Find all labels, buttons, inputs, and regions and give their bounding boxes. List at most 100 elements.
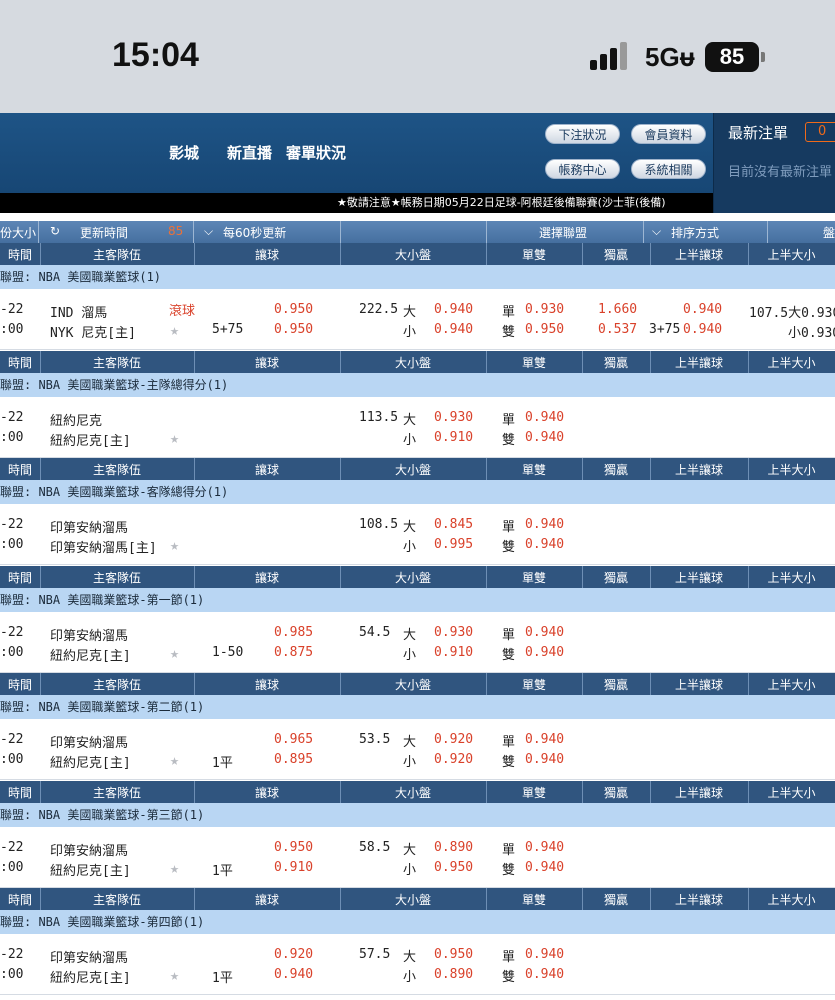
handicap-odds-home[interactable]: 0.895: [274, 752, 313, 767]
choose-league-button[interactable]: 選擇聯盟: [539, 224, 587, 241]
handicap-odds-home[interactable]: 0.875: [274, 645, 313, 660]
column-divider: [582, 351, 583, 373]
member-info-button[interactable]: 會員資料: [631, 124, 706, 144]
match-row[interactable]: -22:00 IND 溜馬 NYK 尼克[主] 滾球 5+75 0.950 0.950 222…: [0, 289, 835, 350]
under-odds[interactable]: 0.920: [434, 752, 473, 767]
even-odds[interactable]: 0.940: [525, 645, 564, 660]
row-divider: [0, 349, 835, 350]
chevron-down-icon[interactable]: ⌵: [652, 224, 661, 239]
even-odds[interactable]: 0.940: [525, 860, 564, 875]
column-divider: [40, 888, 41, 910]
under-odds[interactable]: 0.910: [434, 430, 473, 445]
handicap-odds-away[interactable]: 0.950: [274, 840, 313, 855]
handicap-odds-home[interactable]: 0.910: [274, 860, 313, 875]
handicap-line: 1平: [212, 756, 233, 771]
first-half-handicap-odds-home[interactable]: 0.940: [683, 322, 722, 337]
even-odds[interactable]: 0.940: [525, 967, 564, 982]
refresh-icon[interactable]: ↻: [50, 224, 60, 238]
auto-refresh-select[interactable]: 每60秒更新: [223, 224, 286, 241]
under-odds[interactable]: 0.910: [434, 645, 473, 660]
handicap-odds-home[interactable]: 0.950: [274, 322, 313, 337]
over-odds[interactable]: 0.940: [434, 302, 473, 317]
moneyline-away[interactable]: 1.660: [598, 302, 637, 317]
nav-cinema[interactable]: 影城: [169, 142, 199, 163]
column-header-cell: 獨贏: [603, 678, 628, 692]
column-divider: [340, 673, 341, 695]
match-row[interactable]: -22:00 紐約尼克 紐約尼克[主] 113.5 大 0.930 小 0.910 單 0.940…: [0, 397, 835, 458]
even-label: 雙: [502, 648, 516, 663]
match-row[interactable]: -22:00 印第安納溜馬 紐約尼克[主] 1平 0.950 0.910 58.5 大 0.89…: [0, 827, 835, 888]
first-half-handicap-odds-away[interactable]: 0.940: [683, 302, 722, 317]
over-odds[interactable]: 0.845: [434, 517, 473, 532]
odd-odds[interactable]: 0.930: [525, 302, 564, 317]
odd-odds[interactable]: 0.940: [525, 732, 564, 747]
odd-odds[interactable]: 0.940: [525, 410, 564, 425]
star-icon[interactable]: ★: [170, 644, 179, 662]
over-label: 大: [403, 305, 417, 320]
nav-review-status[interactable]: 審單狀況: [286, 142, 346, 163]
league-bar[interactable]: 聯盟: NBA 美國職業籃球-主隊總得分(1): [0, 373, 835, 397]
match-row[interactable]: -22:00 印第安納溜馬 紐約尼克[主] 1-50 0.985 0.875 54.5 大 0.…: [0, 612, 835, 673]
even-odds[interactable]: 0.940: [525, 537, 564, 552]
home-team: 印第安納溜馬[主]: [50, 541, 157, 556]
column-divider: [340, 566, 341, 588]
chevron-down-icon[interactable]: ⌵: [204, 224, 213, 239]
column-header-cell: 主客隊伍: [92, 786, 141, 800]
handicap-odds-home[interactable]: 0.940: [274, 967, 313, 982]
league-bar[interactable]: 聯盟: NBA 美國職業籃球-第四節(1): [0, 910, 835, 934]
over-odds[interactable]: 0.950: [434, 947, 473, 962]
handicap-odds-away[interactable]: 0.950: [274, 302, 313, 317]
match-time: :00: [0, 860, 24, 875]
league-bar[interactable]: 聯盟: NBA 美國職業籃球-客隊總得分(1): [0, 480, 835, 504]
league-bar[interactable]: 聯盟: NBA 美國職業籃球(1): [0, 265, 835, 289]
over-odds[interactable]: 0.890: [434, 840, 473, 855]
font-size-control[interactable]: 份大小: [0, 224, 36, 241]
bet-status-button[interactable]: 下注狀況: [545, 124, 620, 144]
column-header-cell: 上半讓球: [674, 893, 723, 907]
column-divider: [748, 781, 749, 803]
under-odds[interactable]: 0.940: [434, 322, 473, 337]
under-odds[interactable]: 0.890: [434, 967, 473, 982]
sort-select[interactable]: 排序方式: [671, 224, 719, 241]
under-odds[interactable]: 0.950: [434, 860, 473, 875]
star-icon[interactable]: ★: [170, 966, 179, 984]
account-center-button[interactable]: 帳務中心: [545, 159, 620, 179]
column-header-cell: 單雙: [521, 463, 546, 477]
over-odds[interactable]: 0.920: [434, 732, 473, 747]
star-icon[interactable]: ★: [170, 751, 179, 769]
handicap-odds-away[interactable]: 0.920: [274, 947, 313, 962]
odd-odds[interactable]: 0.940: [525, 625, 564, 640]
league-bar[interactable]: 聯盟: NBA 美國職業籃球-第二節(1): [0, 695, 835, 719]
match-row[interactable]: -22:00 印第安納溜馬 印第安納溜馬[主] 108.5 大 0.845 小 0.995 單 0…: [0, 504, 835, 565]
even-odds[interactable]: 0.940: [525, 752, 564, 767]
league-bar[interactable]: 聯盟: NBA 美國職業籃球-第一節(1): [0, 588, 835, 612]
match-row[interactable]: -22:00 印第安納溜馬 紐約尼克[主] 1平 0.920 0.940 57.5 大 0.95…: [0, 934, 835, 995]
star-icon[interactable]: ★: [170, 429, 179, 447]
column-divider: [486, 458, 487, 480]
handicap-odds-away[interactable]: 0.965: [274, 732, 313, 747]
system-button[interactable]: 系統相關: [631, 159, 706, 179]
away-team: 紐約尼克: [50, 414, 103, 429]
odd-odds[interactable]: 0.940: [525, 947, 564, 962]
odd-odds[interactable]: 0.940: [525, 517, 564, 532]
over-odds[interactable]: 0.930: [434, 625, 473, 640]
nav-live[interactable]: 新直播: [227, 142, 272, 163]
star-icon[interactable]: ★: [170, 859, 179, 877]
odd-label: 單: [502, 950, 516, 965]
even-odds[interactable]: 0.950: [525, 322, 564, 337]
even-odds[interactable]: 0.940: [525, 430, 564, 445]
column-header-cell: 單雙: [521, 248, 546, 262]
handicap-odds-away[interactable]: 0.985: [274, 625, 313, 640]
star-icon[interactable]: ★: [170, 536, 179, 554]
over-odds[interactable]: 0.930: [434, 410, 473, 425]
odd-odds[interactable]: 0.940: [525, 840, 564, 855]
moneyline-home[interactable]: 0.537: [598, 322, 637, 337]
column-divider: [582, 888, 583, 910]
star-icon[interactable]: ★: [170, 321, 179, 339]
under-odds[interactable]: 0.995: [434, 537, 473, 552]
league-bar[interactable]: 聯盟: NBA 美國職業籃球-第三節(1): [0, 803, 835, 827]
live-badge[interactable]: 滾球: [169, 300, 195, 319]
match-row[interactable]: -22:00 印第安納溜馬 紐約尼克[主] 1平 0.965 0.895 53.5 大 0.92…: [0, 719, 835, 780]
over-label: 大: [403, 520, 417, 535]
column-header-cell: 主客隊伍: [92, 678, 141, 692]
